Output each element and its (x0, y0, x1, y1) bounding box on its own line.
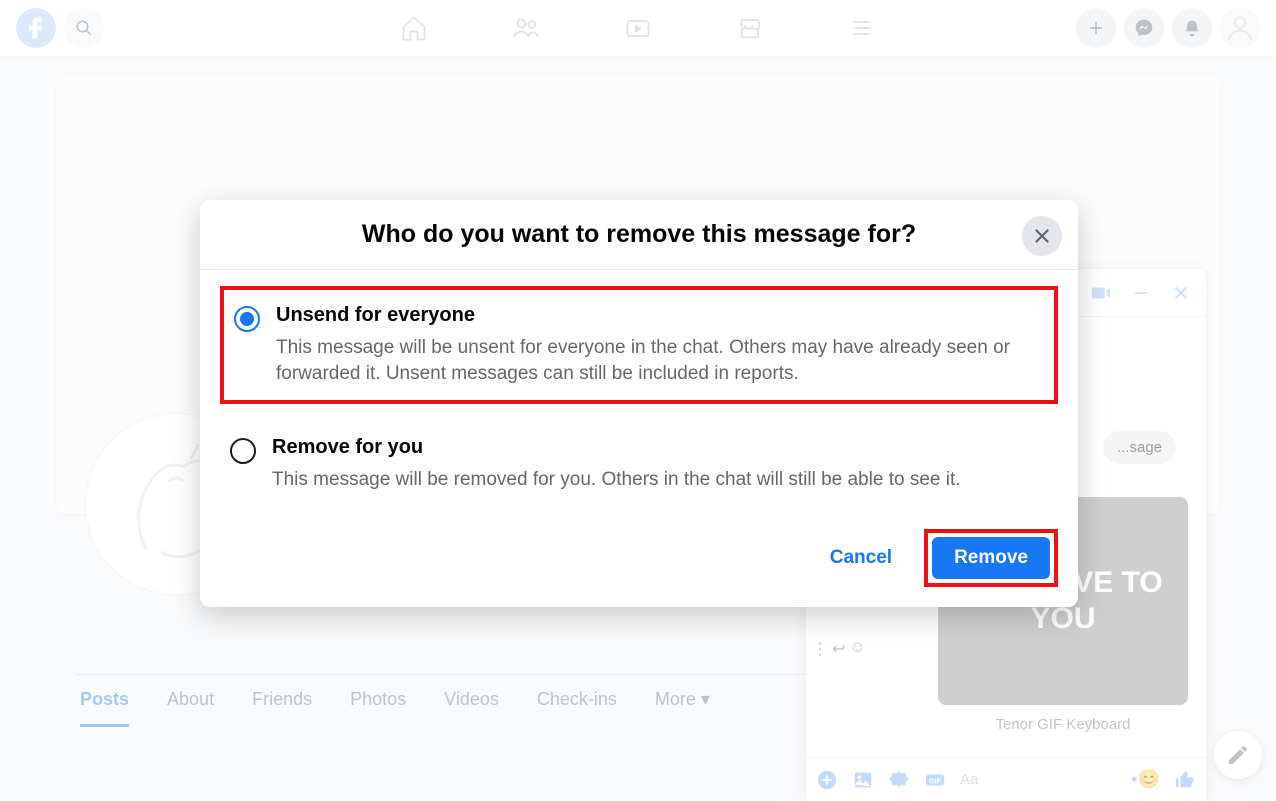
radio-selected-icon[interactable] (234, 306, 260, 332)
option-unsend-everyone[interactable]: Unsend for everyone This message will be… (220, 286, 1058, 404)
cancel-button[interactable]: Cancel (816, 537, 906, 579)
option-description: This message will be unsent for everyone… (276, 335, 1044, 386)
option-description: This message will be removed for you. Ot… (272, 467, 961, 493)
dialog-title: Who do you want to remove this message f… (260, 220, 1018, 249)
dialog-body: Unsend for everyone This message will be… (200, 270, 1078, 519)
option-title: Unsend for everyone (276, 304, 1044, 327)
option-remove-for-you[interactable]: Remove for you This message will be remo… (220, 422, 1058, 507)
remove-button[interactable]: Remove (932, 537, 1050, 579)
option-title: Remove for you (272, 436, 961, 459)
remove-message-dialog: Who do you want to remove this message f… (200, 200, 1078, 607)
dialog-footer: Cancel Remove (200, 519, 1078, 607)
remove-highlight: Remove (924, 529, 1058, 587)
dialog-header: Who do you want to remove this message f… (200, 200, 1078, 270)
close-icon[interactable] (1022, 216, 1062, 256)
radio-unselected-icon[interactable] (230, 438, 256, 464)
